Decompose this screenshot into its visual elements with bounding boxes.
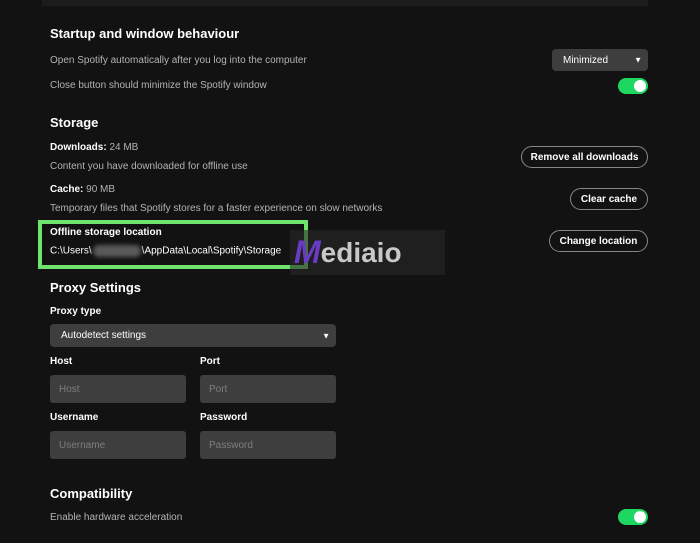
close-minimize-label: Close button should minimize the Spotify… [50, 80, 267, 91]
storage-section-title: Storage [50, 115, 99, 130]
port-input[interactable]: Port [200, 375, 336, 403]
proxy-section-title: Proxy Settings [50, 280, 142, 295]
host-label: Host [50, 356, 73, 367]
cache-value: 90 MB [86, 184, 116, 195]
username-input[interactable]: Username [50, 431, 186, 459]
downloads-label: Downloads: [50, 142, 107, 153]
compatibility-section-title: Compatibility [50, 486, 133, 501]
startup-section-title: Startup and window behaviour [50, 26, 240, 41]
open-automatically-select[interactable]: Minimized ▼ [552, 49, 648, 71]
highlight-box [38, 220, 308, 269]
proxy-type-label: Proxy type [50, 306, 102, 317]
change-location-button[interactable]: Change location [549, 230, 648, 252]
host-input[interactable]: Host [50, 375, 186, 403]
password-input[interactable]: Password [200, 431, 336, 459]
proxy-type-value: Autodetect settings [61, 330, 147, 341]
close-minimize-toggle[interactable] [618, 78, 648, 94]
toggle-knob [634, 511, 646, 523]
hardware-acceleration-label: Enable hardware acceleration [50, 512, 183, 523]
downloads-description: Content you have downloaded for offline … [50, 161, 248, 172]
remove-all-downloads-button[interactable]: Remove all downloads [521, 146, 648, 168]
cache-description: Temporary files that Spotify stores for … [50, 203, 383, 214]
open-automatically-value: Minimized [563, 54, 609, 66]
username-label: Username [50, 412, 99, 423]
top-panel-edge [42, 0, 648, 6]
chevron-down-icon: ▼ [634, 55, 642, 65]
password-label: Password [200, 412, 248, 423]
cache-row: Cache: 90 MB [50, 184, 115, 195]
watermark-logo-letter: M [294, 234, 321, 270]
toggle-knob [634, 80, 646, 92]
downloads-value: 24 MB [109, 142, 139, 153]
proxy-type-select[interactable]: Autodetect settings ▼ [50, 324, 336, 347]
cache-label: Cache: [50, 184, 84, 195]
downloads-row: Downloads: 24 MB [50, 142, 138, 153]
port-label: Port [200, 356, 220, 367]
clear-cache-button[interactable]: Clear cache [570, 188, 648, 210]
mediaio-watermark: Mediaio [290, 230, 445, 275]
watermark-text: ediaio [320, 236, 402, 268]
hardware-acceleration-toggle[interactable] [618, 509, 648, 525]
open-automatically-label: Open Spotify automatically after you log… [50, 55, 307, 66]
chevron-down-icon: ▼ [322, 331, 330, 340]
